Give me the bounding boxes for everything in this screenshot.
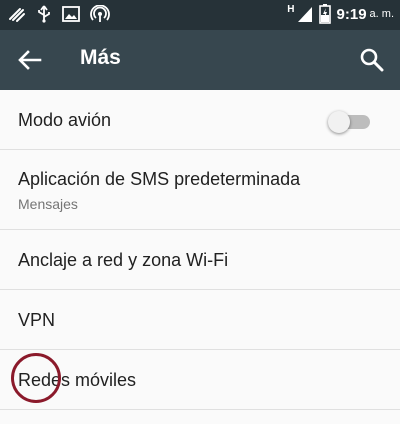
clock-ampm: a. m. bbox=[369, 8, 394, 20]
swipe-gesture-icon bbox=[9, 8, 25, 22]
toggle-thumb bbox=[328, 111, 350, 133]
usb-icon bbox=[38, 5, 50, 23]
tap-indicator-circle bbox=[11, 353, 61, 403]
battery-charging-icon bbox=[318, 4, 331, 24]
arrow-back-icon bbox=[18, 50, 42, 70]
clock-time: 9:19 bbox=[336, 5, 367, 23]
network-type-label: H bbox=[287, 4, 295, 15]
status-bar-notifications bbox=[8, 5, 110, 23]
settings-item-summary: Mensajes bbox=[18, 196, 78, 212]
cellular-signal-icon bbox=[297, 7, 312, 22]
settings-list: Modo avión Aplicación de SMS predetermin… bbox=[0, 90, 400, 410]
settings-item-tethering-hotspot[interactable]: Anclaje a red y zona Wi-Fi bbox=[0, 230, 400, 290]
settings-item-vpn[interactable]: VPN bbox=[0, 290, 400, 350]
page-title: Más bbox=[80, 46, 121, 69]
settings-item-label: Modo avión bbox=[18, 110, 112, 130]
settings-item-label: Anclaje a red y zona Wi-Fi bbox=[18, 250, 229, 270]
image-icon bbox=[62, 6, 80, 22]
settings-item-label: VPN bbox=[18, 310, 56, 330]
app-bar: Más bbox=[0, 30, 400, 90]
settings-item-airplane-mode[interactable]: Modo avión bbox=[0, 90, 400, 150]
search-icon bbox=[360, 48, 384, 72]
status-bar-system: H 9:19 a. m. bbox=[287, 4, 394, 24]
settings-item-label: Aplicación de SMS predeterminada bbox=[18, 169, 301, 189]
airplane-mode-toggle[interactable] bbox=[328, 110, 372, 133]
search-button[interactable] bbox=[358, 46, 386, 74]
back-button[interactable] bbox=[16, 46, 44, 74]
settings-item-default-sms-app[interactable]: Aplicación de SMS predeterminada Mensaje… bbox=[0, 150, 400, 230]
status-bar: H 9:19 a. m. bbox=[0, 0, 400, 30]
hotspot-icon bbox=[90, 5, 110, 22]
